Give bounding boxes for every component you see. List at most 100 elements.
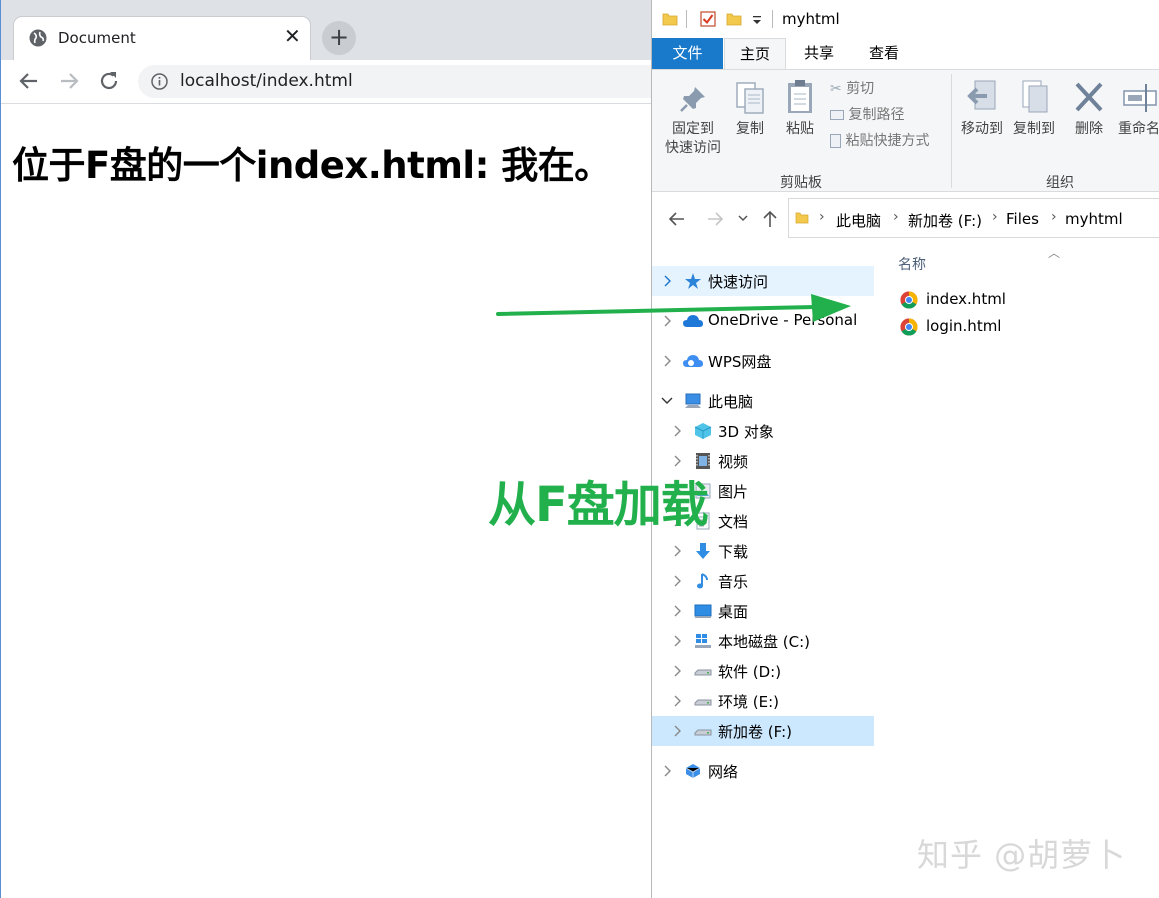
tab-close-icon[interactable]: ✕ — [284, 26, 301, 46]
browser-tabstrip: Document ✕ + — [1, 0, 652, 60]
titlebar-separator — [772, 10, 773, 28]
nav-item-desktop[interactable]: 桌面 — [652, 596, 874, 626]
ribbon-group-separator — [951, 74, 952, 188]
nav-label: WPS网盘 — [708, 353, 772, 371]
move-to-label: 移动到 — [961, 121, 1003, 137]
new-folder-icon[interactable] — [726, 11, 742, 27]
breadcrumb-files[interactable]: Files — [1006, 210, 1039, 228]
up-arrow-icon[interactable] — [759, 208, 781, 230]
info-icon[interactable] — [151, 73, 168, 90]
chevron-right-icon[interactable] — [662, 274, 672, 288]
column-header-name[interactable]: 名称 — [898, 254, 926, 274]
windows-drive-icon — [695, 634, 711, 648]
chevron-right-icon[interactable] — [672, 724, 682, 738]
star-pin-icon — [685, 273, 701, 289]
chevron-right-icon[interactable] — [662, 764, 672, 778]
folder-icon — [662, 13, 678, 26]
copy-path-button[interactable]: 复制路径 — [830, 106, 904, 124]
chevron-right-icon[interactable] — [662, 354, 672, 368]
copy-to-button[interactable]: 复制到 — [1008, 78, 1060, 139]
annotation-arrow-icon — [496, 294, 851, 322]
file-item-index[interactable]: index.html — [900, 288, 1020, 312]
move-to-icon — [967, 80, 996, 110]
file-list-pane: ︿ 名称 index.html login.html — [874, 244, 1159, 898]
titlebar-separator — [686, 10, 687, 28]
file-explorer-window: myhtml 文件 主页 共享 查看 固定到 快速访问 复制 粘贴 ✂ 剪切 复… — [651, 0, 1159, 898]
delete-label: 删除 — [1075, 121, 1103, 137]
cut-button[interactable]: ✂ 剪切 — [830, 80, 874, 98]
wps-cloud-icon — [683, 355, 703, 367]
chevron-right-icon[interactable] — [672, 424, 682, 438]
chevron-down-icon[interactable] — [660, 396, 674, 406]
nav-label: 图片 — [718, 483, 749, 501]
nav-label: 音乐 — [718, 573, 749, 591]
nav-item-this-pc[interactable]: 此电脑 — [652, 386, 874, 416]
nav-item-music[interactable]: 音乐 — [652, 566, 874, 596]
pin-label-1: 固定到 — [672, 121, 714, 137]
paste-button[interactable]: 粘贴 — [780, 78, 820, 139]
tab-file[interactable]: 文件 — [652, 38, 723, 69]
chevron-right-icon[interactable] — [672, 604, 682, 618]
breadcrumb-drive-f[interactable]: 新加卷 (F:) — [908, 210, 982, 231]
url-text[interactable]: localhost/index.html — [180, 71, 353, 91]
chevron-right-icon[interactable] — [672, 574, 682, 588]
back-arrow-icon[interactable] — [666, 208, 688, 230]
copy-to-icon — [1022, 80, 1048, 113]
address-bar[interactable]: localhost/index.html — [138, 65, 652, 98]
nav-item-drive-f[interactable]: 新加卷 (F:) — [652, 716, 874, 746]
breadcrumb-separator: › — [819, 209, 825, 225]
chevron-right-icon[interactable] — [672, 544, 682, 558]
rename-button[interactable]: 重命名 — [1114, 78, 1159, 139]
new-tab-button[interactable]: + — [322, 21, 356, 55]
tab-share[interactable]: 共享 — [789, 38, 849, 69]
annotation-label: 从F盘加载 — [488, 477, 709, 533]
properties-check-icon[interactable] — [700, 11, 716, 27]
chrome-file-icon — [900, 318, 918, 336]
recent-locations-chevron-icon[interactable] — [736, 211, 750, 225]
ribbon-tabs: 文件 主页 共享 查看 — [652, 38, 1159, 69]
nav-label: 软件 (D:) — [718, 663, 782, 681]
forward-arrow-icon[interactable] — [704, 208, 726, 230]
nav-label: 本地磁盘 (C:) — [718, 633, 810, 651]
chevron-right-icon[interactable] — [672, 694, 682, 708]
nav-item-3d-objects[interactable]: 3D 对象 — [652, 416, 874, 446]
browser-tab[interactable]: Document ✕ — [13, 16, 311, 60]
copy-path-icon — [830, 110, 844, 120]
music-icon — [697, 573, 708, 589]
nav-item-drive-d[interactable]: 软件 (D:) — [652, 656, 874, 686]
delete-button[interactable]: 删除 — [1066, 78, 1112, 139]
nav-label: 桌面 — [718, 603, 749, 621]
nav-item-downloads[interactable]: 下载 — [652, 536, 874, 566]
copy-button[interactable]: 复制 — [730, 80, 770, 139]
pin-to-quick-access-button[interactable]: 固定到 快速访问 — [658, 84, 728, 158]
tab-view[interactable]: 查看 — [852, 38, 916, 69]
drive-icon — [694, 699, 712, 706]
customize-dropdown-icon[interactable] — [751, 14, 763, 26]
nav-item-wps-cloud[interactable]: WPS网盘 — [652, 346, 874, 376]
nav-label: 文档 — [718, 513, 749, 531]
drive-icon — [694, 669, 712, 676]
file-name: login.html — [926, 317, 1002, 335]
chevron-right-icon[interactable] — [672, 664, 682, 678]
folder-icon — [795, 212, 809, 224]
move-to-button[interactable]: 移动到 — [956, 78, 1008, 139]
clipboard-group-label: 剪贴板 — [780, 175, 822, 191]
reload-icon[interactable] — [97, 69, 121, 93]
nav-item-drive-e[interactable]: 环境 (E:) — [652, 686, 874, 716]
path-box[interactable]: › 此电脑 › 新加卷 (F:) › Files › myhtml — [788, 198, 1159, 238]
forward-arrow-icon[interactable] — [57, 69, 81, 93]
nav-label: 下载 — [718, 543, 749, 561]
paste-clipboard-icon — [788, 80, 812, 113]
chevron-right-icon[interactable] — [672, 634, 682, 648]
file-item-login[interactable]: login.html — [900, 315, 1020, 339]
paste-shortcut-button[interactable]: 粘贴快捷方式 — [830, 132, 929, 150]
nav-item-network[interactable]: 网络 — [652, 756, 874, 786]
back-arrow-icon[interactable] — [17, 69, 41, 93]
nav-item-drive-c[interactable]: 本地磁盘 (C:) — [652, 626, 874, 656]
tab-home[interactable]: 主页 — [724, 38, 786, 69]
breadcrumb-myhtml[interactable]: myhtml — [1065, 210, 1123, 228]
breadcrumb-this-pc[interactable]: 此电脑 — [836, 210, 881, 231]
nav-label: 视频 — [718, 453, 749, 471]
breadcrumb-separator: › — [893, 209, 899, 225]
file-name: index.html — [926, 290, 1006, 308]
